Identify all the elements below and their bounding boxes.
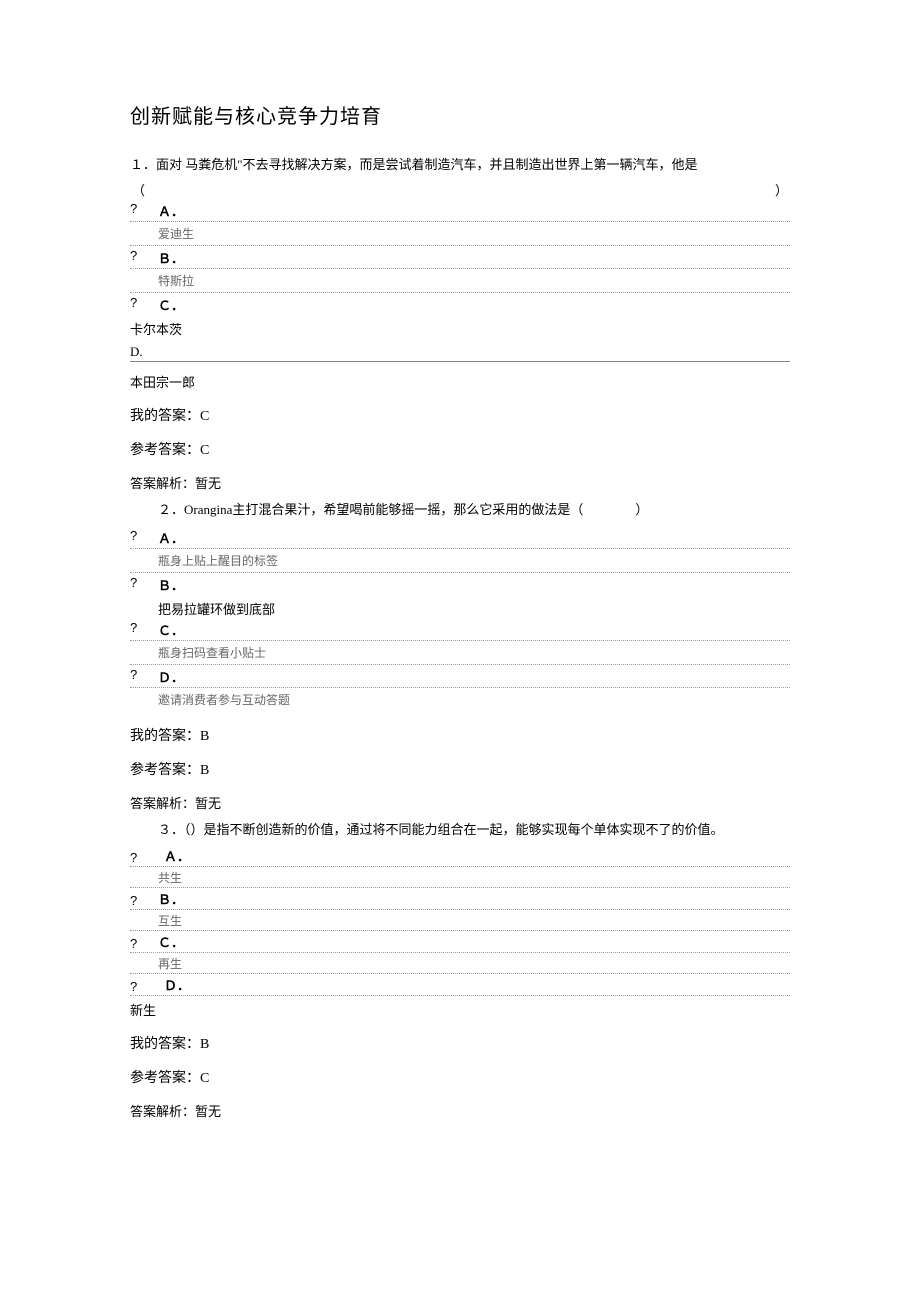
q3-option-a-letter: Ａ． — [146, 846, 190, 865]
q3-option-b-letter: Ｂ． — [146, 889, 184, 908]
q1-option-c-letter: Ｃ． — [146, 295, 184, 314]
q2-option-c-text: 瓶身扫码查看小贴士 — [130, 641, 790, 665]
q1-option-a-text: 爱迪生 — [130, 222, 790, 246]
q2-option-b-letter: Ｂ． — [146, 575, 184, 594]
q2-option-d-text: 邀请消费者参与互动答题 — [130, 688, 790, 711]
q3-option-c-letter: Ｃ． — [146, 932, 184, 951]
q2-option-d-letter: Ｄ． — [146, 667, 184, 686]
q2-option-c-row[interactable]: ? Ｃ． — [130, 618, 790, 641]
q3-ref-answer: 参考答案：C — [130, 1067, 790, 1087]
q1-option-a-letter: Ａ． — [146, 201, 184, 220]
q3-stem: ３．（）是指不断创造新的价值，通过将不同能力组合在一起，能够实现每个单体实现不了… — [130, 818, 790, 841]
question-mark-icon: ? — [130, 575, 146, 590]
question-mark-icon: ? — [130, 936, 146, 951]
q3-option-c-row[interactable]: ? Ｃ． — [130, 931, 790, 953]
q3-option-a-row[interactable]: ? Ａ． — [130, 845, 790, 867]
q1-option-d-letter[interactable]: D. — [130, 344, 790, 362]
q1-ref-answer: 参考答案：C — [130, 439, 790, 459]
question-mark-icon: ? — [130, 201, 146, 216]
q1-my-answer: 我的答案：C — [130, 405, 790, 425]
q1-option-b-letter: Ｂ． — [146, 248, 184, 267]
question-mark-icon: ? — [130, 528, 146, 543]
page-title: 创新赋能与核心竞争力培育 — [130, 100, 790, 129]
q2-option-c-letter: Ｃ． — [146, 620, 184, 639]
q3-option-b-row[interactable]: ? Ｂ． — [130, 888, 790, 910]
q1-option-d-text: 本田宗一郎 — [130, 372, 790, 391]
q1-option-a-row[interactable]: ? Ａ． — [130, 199, 790, 222]
q3-option-d-text: 新生 — [130, 1000, 790, 1019]
q2-my-answer: 我的答案：B — [130, 725, 790, 745]
q1-option-b-row[interactable]: ? Ｂ． — [130, 246, 790, 269]
q3-option-d-letter: Ｄ． — [146, 975, 190, 994]
q2-analysis: 答案解析：暂无 — [130, 793, 790, 812]
question-mark-icon: ? — [130, 667, 146, 682]
q1-option-b-text: 特斯拉 — [130, 269, 790, 293]
question-mark-icon: ? — [130, 979, 146, 994]
q3-my-answer: 我的答案：B — [130, 1033, 790, 1053]
q2-stem: ２．Orangina主打混合果汁，希望喝前能够摇一摇，那么它采用的做法是（ ） — [130, 498, 790, 521]
q2-option-b-text: 把易拉罐环做到底部 — [130, 599, 790, 618]
q1-paren-row: （ ） — [130, 180, 790, 199]
question-mark-icon: ? — [130, 893, 146, 908]
question-mark-icon: ? — [130, 248, 146, 263]
q1-analysis: 答案解析：暂无 — [130, 473, 790, 492]
q1-close-paren: ） — [775, 180, 788, 199]
page-container: 创新赋能与核心竞争力培育 １．面对 马粪危机"不去寻找解决方案，而是尝试着制造汽… — [0, 0, 920, 1186]
q3-analysis: 答案解析：暂无 — [130, 1101, 790, 1120]
q1-stem: １．面对 马粪危机"不去寻找解决方案，而是尝试着制造汽车，并且制造出世界上第一辆… — [130, 153, 790, 176]
q3-option-d-row[interactable]: ? Ｄ． — [130, 974, 790, 996]
q2-option-a-row[interactable]: ? Ａ． — [130, 526, 790, 549]
question-mark-icon: ? — [130, 295, 146, 310]
q3-option-a-text: 共生 — [130, 867, 790, 888]
q2-option-a-text: 瓶身上贴上醒目的标签 — [130, 549, 790, 573]
q1-open-paren: （ — [132, 180, 145, 199]
q2-option-d-row[interactable]: ? Ｄ． — [130, 665, 790, 688]
q1-option-c-row[interactable]: ? Ｃ． — [130, 293, 790, 315]
question-mark-icon: ? — [130, 620, 146, 635]
question-mark-icon: ? — [130, 850, 146, 865]
q2-option-b-row[interactable]: ? Ｂ． — [130, 573, 790, 595]
q2-ref-answer: 参考答案：B — [130, 759, 790, 779]
q1-option-c-text: 卡尔本茨 — [130, 319, 790, 338]
q2-option-a-letter: Ａ． — [146, 528, 184, 547]
q3-option-b-text: 互生 — [130, 910, 790, 931]
q3-option-c-text: 再生 — [130, 953, 790, 974]
